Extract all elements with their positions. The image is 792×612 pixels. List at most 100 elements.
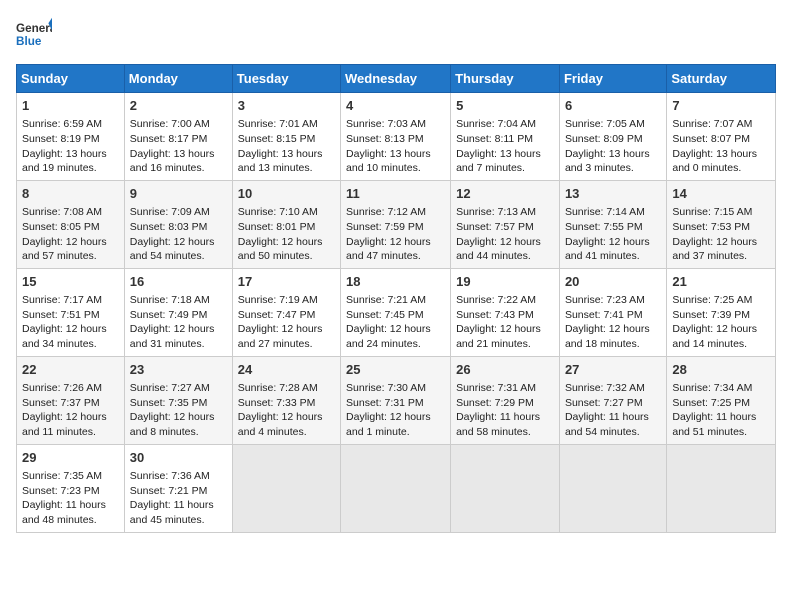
calendar-cell: 22 Sunrise: 7:26 AMSunset: 7:37 PMDayligh… <box>17 356 125 444</box>
day-info: Sunrise: 7:21 AMSunset: 7:45 PMDaylight:… <box>346 293 445 352</box>
calendar-cell <box>667 444 776 532</box>
calendar-cell: 4 Sunrise: 7:03 AMSunset: 8:13 PMDaylight… <box>341 93 451 181</box>
day-info: Sunrise: 7:28 AMSunset: 7:33 PMDaylight:… <box>238 381 335 440</box>
day-number: 4 <box>346 97 445 115</box>
day-number: 15 <box>22 273 119 291</box>
day-info: Sunrise: 7:31 AMSunset: 7:29 PMDaylight:… <box>456 381 554 440</box>
day-info: Sunrise: 7:36 AMSunset: 7:21 PMDaylight:… <box>130 469 227 528</box>
calendar-cell: 12 Sunrise: 7:13 AMSunset: 7:57 PMDayligh… <box>451 180 560 268</box>
day-info: Sunrise: 7:01 AMSunset: 8:15 PMDaylight:… <box>238 117 335 176</box>
day-info: Sunrise: 7:09 AMSunset: 8:03 PMDaylight:… <box>130 205 227 264</box>
day-number: 24 <box>238 361 335 379</box>
calendar-cell: 21 Sunrise: 7:25 AMSunset: 7:39 PMDayligh… <box>667 268 776 356</box>
calendar-cell: 23Sunrise: 7:27 AMSunset: 7:35 PMDayligh… <box>124 356 232 444</box>
day-info: Sunrise: 6:59 AMSunset: 8:19 PMDaylight:… <box>22 117 119 176</box>
day-info: Sunrise: 7:10 AMSunset: 8:01 PMDaylight:… <box>238 205 335 264</box>
day-number: 27 <box>565 361 661 379</box>
svg-text:Blue: Blue <box>16 35 42 48</box>
calendar-cell: 9 Sunrise: 7:09 AMSunset: 8:03 PMDaylight… <box>124 180 232 268</box>
day-number: 2 <box>130 97 227 115</box>
day-info: Sunrise: 7:18 AMSunset: 7:49 PMDaylight:… <box>130 293 227 352</box>
day-info: Sunrise: 7:12 AMSunset: 7:59 PMDaylight:… <box>346 205 445 264</box>
day-info: Sunrise: 7:03 AMSunset: 8:13 PMDaylight:… <box>346 117 445 176</box>
day-info: Sunrise: 7:25 AMSunset: 7:39 PMDaylight:… <box>672 293 770 352</box>
day-info: Sunrise: 7:30 AMSunset: 7:31 PMDaylight:… <box>346 381 445 440</box>
day-number: 6 <box>565 97 661 115</box>
calendar-row-1: 8Sunrise: 7:08 AMSunset: 8:05 PMDaylight… <box>17 180 776 268</box>
day-number: 11 <box>346 185 445 203</box>
calendar-cell: 13Sunrise: 7:14 AMSunset: 7:55 PMDayligh… <box>559 180 666 268</box>
day-info: Sunrise: 7:15 AMSunset: 7:53 PMDaylight:… <box>672 205 770 264</box>
header-tuesday: Tuesday <box>232 65 340 93</box>
calendar-cell <box>559 444 666 532</box>
calendar-row-0: 1 Sunrise: 6:59 AMSunset: 8:19 PMDaylight… <box>17 93 776 181</box>
calendar-cell: 18 Sunrise: 7:21 AMSunset: 7:45 PMDayligh… <box>341 268 451 356</box>
header-sunday: Sunday <box>17 65 125 93</box>
calendar-cell: 6 Sunrise: 7:05 AMSunset: 8:09 PMDaylight… <box>559 93 666 181</box>
calendar-cell: 29 Sunrise: 7:35 AMSunset: 7:23 PMDayligh… <box>17 444 125 532</box>
calendar-cell: 3 Sunrise: 7:01 AMSunset: 8:15 PMDaylight… <box>232 93 340 181</box>
calendar-cell: 11 Sunrise: 7:12 AMSunset: 7:59 PMDayligh… <box>341 180 451 268</box>
day-info: Sunrise: 7:04 AMSunset: 8:11 PMDaylight:… <box>456 117 554 176</box>
logo-icon: General Blue <box>16 16 52 52</box>
header-friday: Friday <box>559 65 666 93</box>
calendar-cell <box>341 444 451 532</box>
header-saturday: Saturday <box>667 65 776 93</box>
calendar-cell <box>232 444 340 532</box>
day-number: 25 <box>346 361 445 379</box>
calendar-cell: 17 Sunrise: 7:19 AMSunset: 7:47 PMDayligh… <box>232 268 340 356</box>
calendar-row-4: 29 Sunrise: 7:35 AMSunset: 7:23 PMDayligh… <box>17 444 776 532</box>
day-info: Sunrise: 7:07 AMSunset: 8:07 PMDaylight:… <box>672 117 770 176</box>
calendar-cell: 30 Sunrise: 7:36 AMSunset: 7:21 PMDayligh… <box>124 444 232 532</box>
calendar-cell: 26 Sunrise: 7:31 AMSunset: 7:29 PMDayligh… <box>451 356 560 444</box>
day-number: 28 <box>672 361 770 379</box>
calendar-cell: 27 Sunrise: 7:32 AMSunset: 7:27 PMDayligh… <box>559 356 666 444</box>
day-number: 14 <box>672 185 770 203</box>
day-number: 19 <box>456 273 554 291</box>
day-info: Sunrise: 7:14 AMSunset: 7:55 PMDaylight:… <box>565 205 661 264</box>
day-info: Sunrise: 7:19 AMSunset: 7:47 PMDaylight:… <box>238 293 335 352</box>
page-header: General Blue <box>16 16 776 52</box>
day-info: Sunrise: 7:34 AMSunset: 7:25 PMDaylight:… <box>672 381 770 440</box>
day-info: Sunrise: 7:32 AMSunset: 7:27 PMDaylight:… <box>565 381 661 440</box>
day-number: 26 <box>456 361 554 379</box>
day-number: 3 <box>238 97 335 115</box>
calendar-cell: 10 Sunrise: 7:10 AMSunset: 8:01 PMDayligh… <box>232 180 340 268</box>
calendar-cell: 7Sunrise: 7:07 AMSunset: 8:07 PMDaylight… <box>667 93 776 181</box>
day-number: 29 <box>22 449 119 467</box>
header-monday: Monday <box>124 65 232 93</box>
day-number: 22 <box>22 361 119 379</box>
day-number: 17 <box>238 273 335 291</box>
calendar-row-2: 15 Sunrise: 7:17 AMSunset: 7:51 PMDayligh… <box>17 268 776 356</box>
day-info: Sunrise: 7:17 AMSunset: 7:51 PMDaylight:… <box>22 293 119 352</box>
calendar-cell: 28 Sunrise: 7:34 AMSunset: 7:25 PMDayligh… <box>667 356 776 444</box>
day-number: 18 <box>346 273 445 291</box>
day-number: 9 <box>130 185 227 203</box>
calendar-cell: 14 Sunrise: 7:15 AMSunset: 7:53 PMDayligh… <box>667 180 776 268</box>
day-info: Sunrise: 7:08 AMSunset: 8:05 PMDaylight:… <box>22 205 119 264</box>
day-info: Sunrise: 7:26 AMSunset: 7:37 PMDaylight:… <box>22 381 119 440</box>
day-number: 21 <box>672 273 770 291</box>
weekday-header-row: Sunday Monday Tuesday Wednesday Thursday… <box>17 65 776 93</box>
calendar-cell <box>451 444 560 532</box>
day-info: Sunrise: 7:05 AMSunset: 8:09 PMDaylight:… <box>565 117 661 176</box>
day-number: 1 <box>22 97 119 115</box>
calendar-cell: 19 Sunrise: 7:22 AMSunset: 7:43 PMDayligh… <box>451 268 560 356</box>
day-number: 5 <box>456 97 554 115</box>
header-wednesday: Wednesday <box>341 65 451 93</box>
calendar-cell: 5 Sunrise: 7:04 AMSunset: 8:11 PMDaylight… <box>451 93 560 181</box>
calendar-cell: 16 Sunrise: 7:18 AMSunset: 7:49 PMDayligh… <box>124 268 232 356</box>
day-info: Sunrise: 7:22 AMSunset: 7:43 PMDaylight:… <box>456 293 554 352</box>
day-number: 12 <box>456 185 554 203</box>
day-info: Sunrise: 7:13 AMSunset: 7:57 PMDaylight:… <box>456 205 554 264</box>
day-number: 16 <box>130 273 227 291</box>
day-number: 30 <box>130 449 227 467</box>
calendar-cell: 25 Sunrise: 7:30 AMSunset: 7:31 PMDayligh… <box>341 356 451 444</box>
day-info: Sunrise: 7:35 AMSunset: 7:23 PMDaylight:… <box>22 469 119 528</box>
day-number: 10 <box>238 185 335 203</box>
header-thursday: Thursday <box>451 65 560 93</box>
calendar-cell: 2Sunrise: 7:00 AMSunset: 8:17 PMDaylight… <box>124 93 232 181</box>
day-info: Sunrise: 7:27 AMSunset: 7:35 PMDaylight:… <box>130 381 227 440</box>
calendar-cell: 15 Sunrise: 7:17 AMSunset: 7:51 PMDayligh… <box>17 268 125 356</box>
day-info: Sunrise: 7:23 AMSunset: 7:41 PMDaylight:… <box>565 293 661 352</box>
